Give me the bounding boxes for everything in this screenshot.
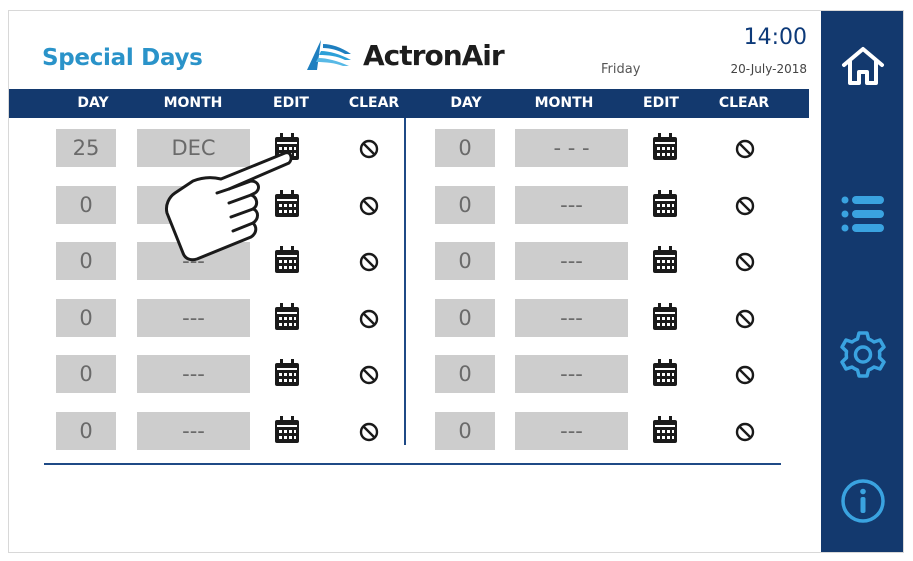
col-header-day-right: DAY [450,95,482,111]
home-button[interactable] [821,45,903,87]
hand-pointer-icon [165,151,293,262]
calendar-icon[interactable] [274,302,300,331]
day-field-left[interactable]: 0 [56,242,116,280]
info-button[interactable] [821,477,903,525]
clock-time: 14:00 [743,25,807,50]
brand-logo: ActronAir [307,35,505,75]
table-row: 0 --- 0 --- [9,411,809,469]
month-field-right[interactable]: --- [515,298,628,337]
brand-name: ActronAir [363,38,505,72]
table-row: 0 --- 0 --- [9,298,809,356]
calendar-icon[interactable] [652,359,678,387]
table-row: 0---0--- [9,185,809,243]
col-header-month-right: MONTH [534,95,594,111]
special-days-screen: Special Days ActronAir Friday 14:00 20-J… [8,10,904,553]
brand-mark-icon [307,40,351,70]
month-field-left[interactable]: --- [137,411,250,450]
col-header-clear-left: CLEAR [348,95,400,111]
calendar-icon[interactable] [652,415,678,444]
calendar-icon[interactable] [274,415,300,444]
table-row: 0---0--- [9,242,809,299]
day-field-right[interactable]: 0 [435,411,495,450]
month-field-right[interactable]: --- [515,242,628,280]
day-field-left[interactable]: 0 [56,411,116,450]
month-field-right[interactable]: --- [515,355,628,393]
table-header-bar: DAY MONTH EDIT CLEAR DAY MONTH EDIT CLEA… [9,89,809,118]
calendar-icon[interactable] [652,246,678,274]
special-days-table: 25DEC0- - -0---0---0---0---0---0---0---0… [9,129,809,468]
month-field-left[interactable]: --- [137,355,250,393]
page-title: Special Days [42,45,203,71]
no-entry-icon[interactable] [359,422,379,442]
column-divider [404,118,406,445]
table-row: 25 DEC 0- - - [9,129,809,186]
day-field-left[interactable]: 0 [56,185,116,224]
sidebar [821,11,903,552]
calendar-icon[interactable] [652,133,678,161]
info-icon [841,479,885,523]
no-entry-icon[interactable] [359,252,379,272]
no-entry-icon[interactable] [735,139,755,159]
no-entry-icon[interactable] [359,196,379,216]
col-header-edit-left: EDIT [273,95,309,111]
month-field-left[interactable]: --- [137,298,250,337]
no-entry-icon[interactable] [735,365,755,385]
menu-button[interactable] [821,193,903,235]
table-row: 0 --- 0 --- [9,355,809,412]
no-entry-icon[interactable] [735,422,755,442]
calendar-icon[interactable] [274,359,300,387]
menu-icon [841,196,884,232]
day-field-right[interactable]: 0 [435,185,495,224]
month-field-right[interactable]: --- [515,411,628,450]
no-entry-icon[interactable] [359,309,379,329]
col-header-edit-right: EDIT [643,95,679,111]
day-field-right[interactable]: 0 [435,242,495,280]
home-icon [842,47,884,85]
col-header-month-left: MONTH [163,95,223,111]
table-bottom-rule [44,463,781,465]
col-header-clear-right: CLEAR [718,95,770,111]
weekday-label: Friday [601,62,641,77]
no-entry-icon[interactable] [359,139,379,159]
no-entry-icon[interactable] [359,365,379,385]
date-label: 20-July-2018 [730,62,807,76]
day-field-right[interactable]: 0 [435,355,495,393]
settings-button[interactable] [821,330,903,380]
month-field-right[interactable]: - - - [515,129,628,167]
day-field-right[interactable]: 0 [435,129,495,167]
no-entry-icon[interactable] [735,309,755,329]
day-field-left[interactable]: 25 [56,129,116,167]
no-entry-icon[interactable] [735,252,755,272]
month-field-right[interactable]: --- [515,185,628,224]
calendar-icon[interactable] [652,189,678,218]
day-field-right[interactable]: 0 [435,298,495,337]
gear-icon [840,331,886,378]
day-field-left[interactable]: 0 [56,355,116,393]
col-header-day-left: DAY [77,95,109,111]
calendar-icon[interactable] [652,302,678,331]
no-entry-icon[interactable] [735,196,755,216]
day-field-left[interactable]: 0 [56,298,116,337]
